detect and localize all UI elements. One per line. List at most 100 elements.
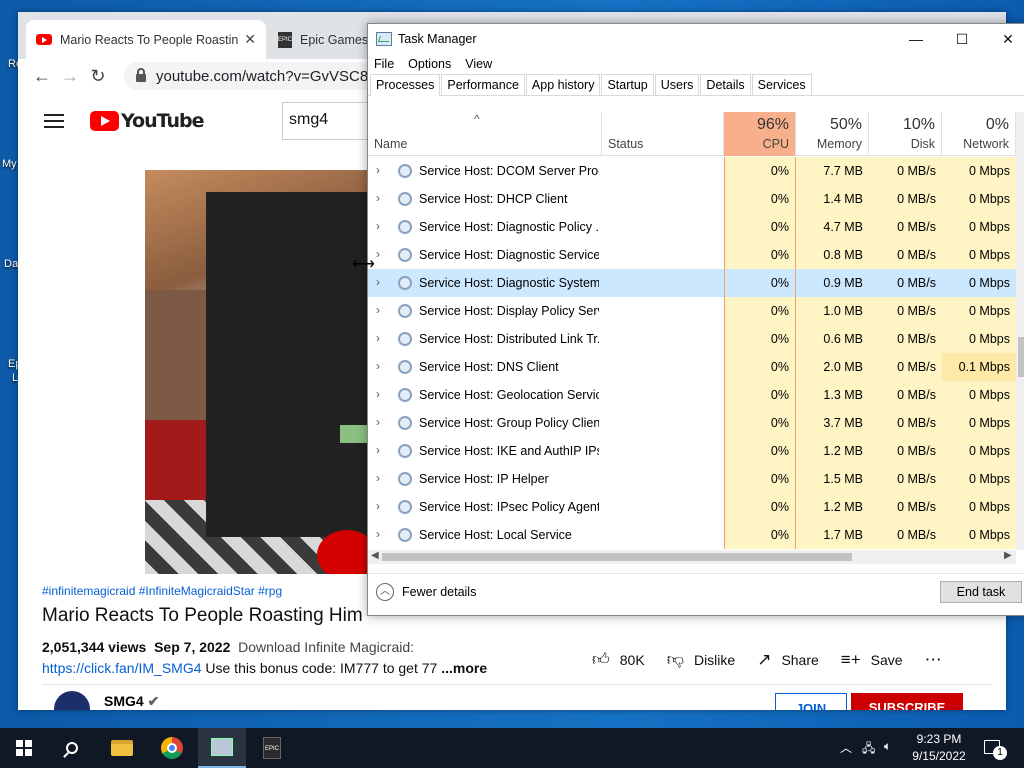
like-button[interactable]: 👍︎ 80K: [592, 649, 645, 670]
start-button[interactable]: [0, 728, 48, 768]
share-button[interactable]: ↗ Share: [757, 650, 819, 670]
video-hashtags[interactable]: #infinitemagicraid #InfiniteMagicraidSta…: [42, 584, 282, 598]
maximize-icon[interactable]: ☐: [939, 24, 985, 54]
video-description[interactable]: 2,051,344 views Sep 7, 2022 Download Inf…: [42, 637, 502, 679]
network-icon[interactable]: 🖧︎: [862, 739, 875, 760]
process-disk: 0 MB/s: [869, 493, 942, 521]
chevron-right-icon[interactable]: ›: [376, 163, 380, 177]
scrollbar-thumb[interactable]: [1018, 337, 1024, 377]
process-row[interactable]: › Service Host: Group Policy Client 0% 3.7 …: [368, 409, 1016, 437]
tab-performance[interactable]: Performance: [441, 74, 525, 95]
chevron-right-icon[interactable]: ›: [376, 415, 380, 429]
epic-games-taskbar-button[interactable]: EPIC: [248, 728, 296, 768]
desktop-icon-label[interactable]: My: [2, 158, 17, 170]
process-row[interactable]: › Service Host: Display Policy Serv... 0% 1…: [368, 297, 1016, 325]
process-row[interactable]: › Service Host: Geolocation Service 0% 1.3 …: [368, 381, 1016, 409]
title-bar[interactable]: Task Manager — ☐ ✕: [368, 24, 1024, 54]
channel-name[interactable]: SMG4 ✔: [104, 693, 159, 710]
browser-tab-youtube[interactable]: Mario Reacts To People Roasting ✕: [26, 20, 266, 59]
process-disk: 0 MB/s: [869, 297, 942, 325]
process-row[interactable]: › Service Host: DCOM Server Proc... 0% 7.7 …: [368, 157, 1016, 185]
tab-startup[interactable]: Startup: [601, 74, 654, 95]
file-explorer-button[interactable]: [98, 728, 146, 768]
process-row[interactable]: › Service Host: Distributed Link Tr... 0% 0…: [368, 325, 1016, 353]
menu-view[interactable]: View: [465, 57, 492, 71]
process-row[interactable]: › Service Host: Diagnostic Policy ... 0% 4.…: [368, 213, 1016, 241]
tab-processes[interactable]: Processes: [370, 74, 441, 96]
description-text: Download Infinite Magicraid:: [238, 639, 415, 655]
more-horizontal-icon: ⋯: [924, 649, 942, 669]
menu-file[interactable]: File: [374, 57, 394, 71]
subscribe-button[interactable]: SUBSCRIBE: [851, 693, 963, 710]
dislike-button[interactable]: 👎︎ Dislike: [667, 649, 736, 670]
tab-users[interactable]: Users: [654, 74, 700, 95]
task-manager-taskbar-button[interactable]: [198, 728, 246, 768]
service-gear-icon: [398, 360, 412, 374]
chevron-right-icon[interactable]: ›: [376, 247, 380, 261]
process-row[interactable]: › Service Host: Diagnostic System... 0% 0.9…: [368, 269, 1016, 297]
save-button[interactable]: ≡+ Save: [841, 650, 903, 670]
chevron-right-icon[interactable]: ›: [376, 359, 380, 373]
menu-options[interactable]: Options: [408, 57, 451, 71]
column-header-network[interactable]: 0% Network: [942, 112, 1016, 156]
process-row[interactable]: › Service Host: IKE and AuthIP IPs... 0% 1.…: [368, 437, 1016, 465]
minimize-icon[interactable]: —: [893, 24, 939, 54]
video-dark-overlay: [206, 192, 385, 537]
end-task-button[interactable]: End task: [940, 581, 1022, 603]
chevron-right-icon[interactable]: ›: [376, 331, 380, 345]
reload-icon[interactable]: ↻: [84, 66, 112, 87]
column-header-memory[interactable]: 50% Memory: [796, 112, 869, 156]
chevron-right-icon[interactable]: ›: [376, 275, 380, 289]
video-player[interactable]: [145, 170, 385, 574]
chevron-up-icon[interactable]: ︿: [840, 739, 852, 756]
column-header-status[interactable]: Status: [602, 112, 724, 156]
footer: ︿ Fewer details End task: [368, 573, 1024, 615]
process-row[interactable]: › Service Host: DNS Client 0% 2.0 MB 0 MB/s 0…: [368, 353, 1016, 381]
chevron-right-icon[interactable]: ›: [376, 471, 380, 485]
chevron-right-icon[interactable]: ›: [376, 219, 380, 233]
fewer-details-button[interactable]: ︿ Fewer details: [376, 583, 476, 601]
process-memory: 7.7 MB: [796, 157, 869, 185]
volume-icon[interactable]: 🔈︎: [884, 739, 891, 754]
column-header-cpu[interactable]: 96% CPU: [724, 112, 796, 156]
youtube-logo[interactable]: YouTube: [90, 110, 204, 132]
chrome-button[interactable]: [148, 728, 196, 768]
scrollbar-thumb[interactable]: [382, 553, 852, 561]
menu-icon[interactable]: [44, 114, 64, 128]
clock[interactable]: 9:23 PM 9/15/2022: [900, 731, 978, 765]
tab-services[interactable]: Services: [751, 74, 812, 95]
lock-icon[interactable]: [136, 68, 146, 82]
scroll-left-icon[interactable]: ◀: [371, 550, 379, 561]
close-icon[interactable]: ✕: [985, 24, 1024, 54]
process-row[interactable]: › Service Host: Diagnostic Service... 0% 0.…: [368, 241, 1016, 269]
horizontal-scrollbar[interactable]: ◀ ▶: [368, 550, 1016, 564]
verified-icon: ✔: [147, 693, 160, 709]
desktop-icon-label[interactable]: Da: [4, 258, 18, 270]
join-button[interactable]: JOIN: [775, 693, 847, 710]
process-row[interactable]: › Service Host: IPsec Policy Agent 0% 1.2 M…: [368, 493, 1016, 521]
more-actions-button[interactable]: ⋯: [925, 650, 952, 670]
column-header-disk[interactable]: 10% Disk: [869, 112, 942, 156]
scroll-right-icon[interactable]: ▶: [1004, 550, 1012, 561]
tab-app-history[interactable]: App history: [525, 74, 601, 95]
description-link[interactable]: https://click.fan/IM_SMG4: [42, 660, 202, 676]
process-row[interactable]: › Service Host: DHCP Client 0% 1.4 MB 0 MB/s…: [368, 185, 1016, 213]
forward-arrow-icon[interactable]: →: [56, 66, 84, 87]
column-header-name[interactable]: ^ Name: [368, 112, 602, 156]
chevron-right-icon[interactable]: ›: [376, 527, 380, 541]
process-row[interactable]: › Service Host: Local Service 0% 1.7 MB 0 MB…: [368, 521, 1016, 549]
chevron-right-icon[interactable]: ›: [376, 303, 380, 317]
chevron-right-icon[interactable]: ›: [376, 387, 380, 401]
chevron-right-icon[interactable]: ›: [376, 499, 380, 513]
more-link[interactable]: ...more: [441, 660, 487, 676]
vertical-scrollbar[interactable]: [1016, 112, 1024, 550]
process-name: Service Host: IPsec Policy Agent: [419, 500, 599, 514]
chevron-right-icon[interactable]: ›: [376, 443, 380, 457]
close-icon[interactable]: ✕: [244, 31, 256, 48]
process-row[interactable]: › Service Host: IP Helper 0% 1.5 MB 0 MB/s 0 …: [368, 465, 1016, 493]
tab-details[interactable]: Details: [700, 74, 751, 95]
back-arrow-icon[interactable]: ←: [28, 66, 56, 87]
search-button[interactable]: [48, 728, 96, 768]
avatar[interactable]: [54, 691, 90, 710]
chevron-right-icon[interactable]: ›: [376, 191, 380, 205]
